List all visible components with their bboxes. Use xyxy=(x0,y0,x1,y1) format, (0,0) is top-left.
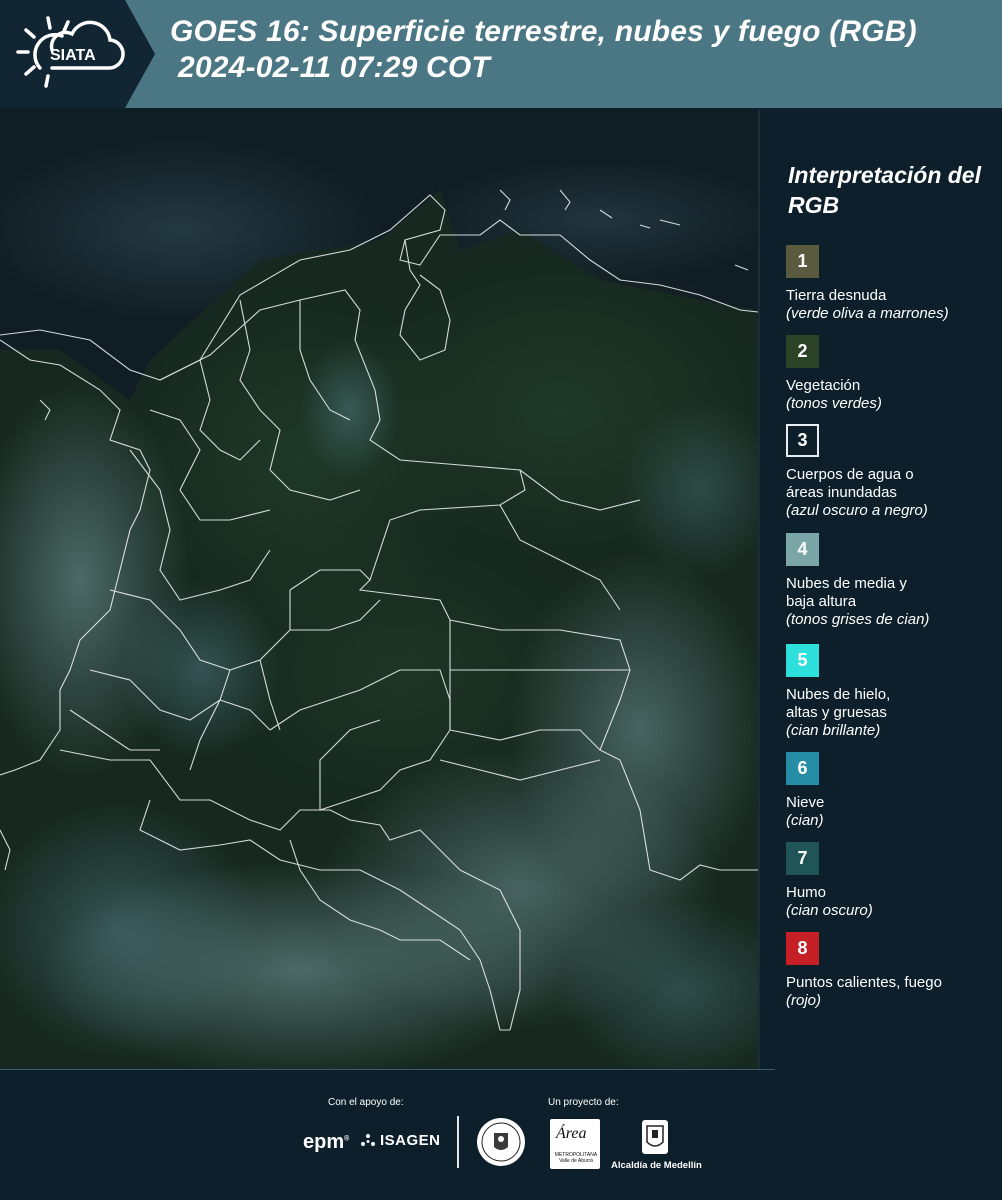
legend-swatch: 6 xyxy=(786,752,819,785)
title-timestamp: 2024-02-11 07:29 COT xyxy=(178,51,490,84)
legend-item-name: Nieve xyxy=(786,794,825,811)
medellin-label: Alcaldía de Medellín xyxy=(611,1160,702,1171)
legend-swatch: 3 xyxy=(786,424,819,457)
legend-swatch: 1 xyxy=(786,245,819,278)
satellite-map[interactable] xyxy=(0,110,758,1070)
seal-icon xyxy=(477,1118,525,1166)
legend-item-text: Nieve (cian) xyxy=(786,794,996,830)
epm-label: epm xyxy=(303,1131,345,1153)
legend-swatch: 5 xyxy=(786,644,819,677)
legend-item-text: Nubes de media y baja altura (tonos grise… xyxy=(786,575,996,629)
legend-item-desc: (cian brillante) xyxy=(786,722,881,739)
legend-item-name: Nubes de media y baja altura xyxy=(786,575,907,610)
title-line-1: GOES 16: Superficie terrestre, nubes y f… xyxy=(170,15,917,48)
legend-item-desc: (tonos grises de cian) xyxy=(786,611,930,628)
medellin-shield-icon xyxy=(642,1120,668,1154)
legend-item-3: 3 Cuerpos de agua o áreas inundadas (azul … xyxy=(786,424,996,520)
legend-item-desc: (rojo) xyxy=(786,992,822,1009)
epm-logo: epm® xyxy=(303,1131,350,1153)
area-metropolitana-logo: Área METROPOLITANA Valle de Aburrá xyxy=(550,1119,600,1169)
legend-item-2: 2 Vegetación (tonos verdes) xyxy=(786,335,996,413)
legend-item-desc: (cian) xyxy=(786,812,824,829)
legend-item-name: Puntos calientes, fuego xyxy=(786,974,942,991)
legend-item-text: Vegetación (tonos verdes) xyxy=(786,377,996,413)
legend-item-text: Nubes de hielo, altas y gruesas (cian bri… xyxy=(786,686,996,740)
satellite-image xyxy=(0,110,758,1070)
project-label: Un proyecto de: xyxy=(548,1097,619,1108)
siata-logo-icon: SIATA xyxy=(16,16,125,88)
legend-item-name: Humo xyxy=(786,884,827,901)
legend-item-name: Vegetación xyxy=(786,377,861,394)
legend-swatch: 8 xyxy=(786,932,819,965)
legend-item-desc: (azul oscuro a negro) xyxy=(786,502,928,519)
legend-item-name: Tierra desnuda xyxy=(786,287,887,304)
legend-item-8: 8 Puntos calientes, fuego (rojo) xyxy=(786,932,996,1010)
legend-item-4: 4 Nubes de media y baja altura (tonos gris… xyxy=(786,533,996,629)
legend-item-text: Humo (cian oscuro) xyxy=(786,884,996,920)
legend-swatch: 7 xyxy=(786,842,819,875)
legend-item-text: Puntos calientes, fuego (rojo) xyxy=(786,974,996,1010)
isagen-logo: ISAGEN xyxy=(360,1132,441,1149)
legend-swatch: 4 xyxy=(786,533,819,566)
legend-title: Interpretación del RGB xyxy=(788,162,981,218)
legend: Interpretación del RGB xyxy=(786,160,996,240)
legend-item-desc: (cian oscuro) xyxy=(786,902,873,919)
footer: Con el apoyo de: Un proyecto de: epm® IS… xyxy=(0,1070,1002,1200)
header: SIATA GOES 16: Superficie terrestre, nub… xyxy=(0,0,1002,108)
legend-item-7: 7 Humo (cian oscuro) xyxy=(786,842,996,920)
area-logo-text: Área xyxy=(556,1125,587,1142)
isagen-icon xyxy=(361,1133,375,1146)
legend-item-5: 5 Nubes de hielo, altas y gruesas (cian br… xyxy=(786,644,996,740)
legend-item-desc: (tonos verdes) xyxy=(786,395,882,412)
legend-item-name: Nubes de hielo, altas y gruesas xyxy=(786,686,891,721)
legend-item-text: Tierra desnuda (verde oliva a marrones) xyxy=(786,287,996,323)
area-logo-subtext: METROPOLITANA Valle de Aburrá xyxy=(554,1152,598,1164)
page-title: GOES 16: Superficie terrestre, nubes y f… xyxy=(170,14,990,86)
map-frame-edge xyxy=(758,110,760,1070)
legend-swatch: 2 xyxy=(786,335,819,368)
svg-text:SIATA: SIATA xyxy=(50,47,96,64)
legend-item-text: Cuerpos de agua o áreas inundadas (azul o… xyxy=(786,466,996,520)
legend-item-desc: (verde oliva a marrones) xyxy=(786,305,949,322)
support-label: Con el apoyo de: xyxy=(328,1097,404,1108)
legend-item-1: 1 Tierra desnuda (verde oliva a marrones) xyxy=(786,245,996,323)
isagen-label: ISAGEN xyxy=(380,1132,441,1149)
legend-item-name: Cuerpos de agua o áreas inundadas xyxy=(786,466,914,501)
footer-divider xyxy=(457,1116,459,1168)
legend-item-6: 6 Nieve (cian) xyxy=(786,752,996,830)
